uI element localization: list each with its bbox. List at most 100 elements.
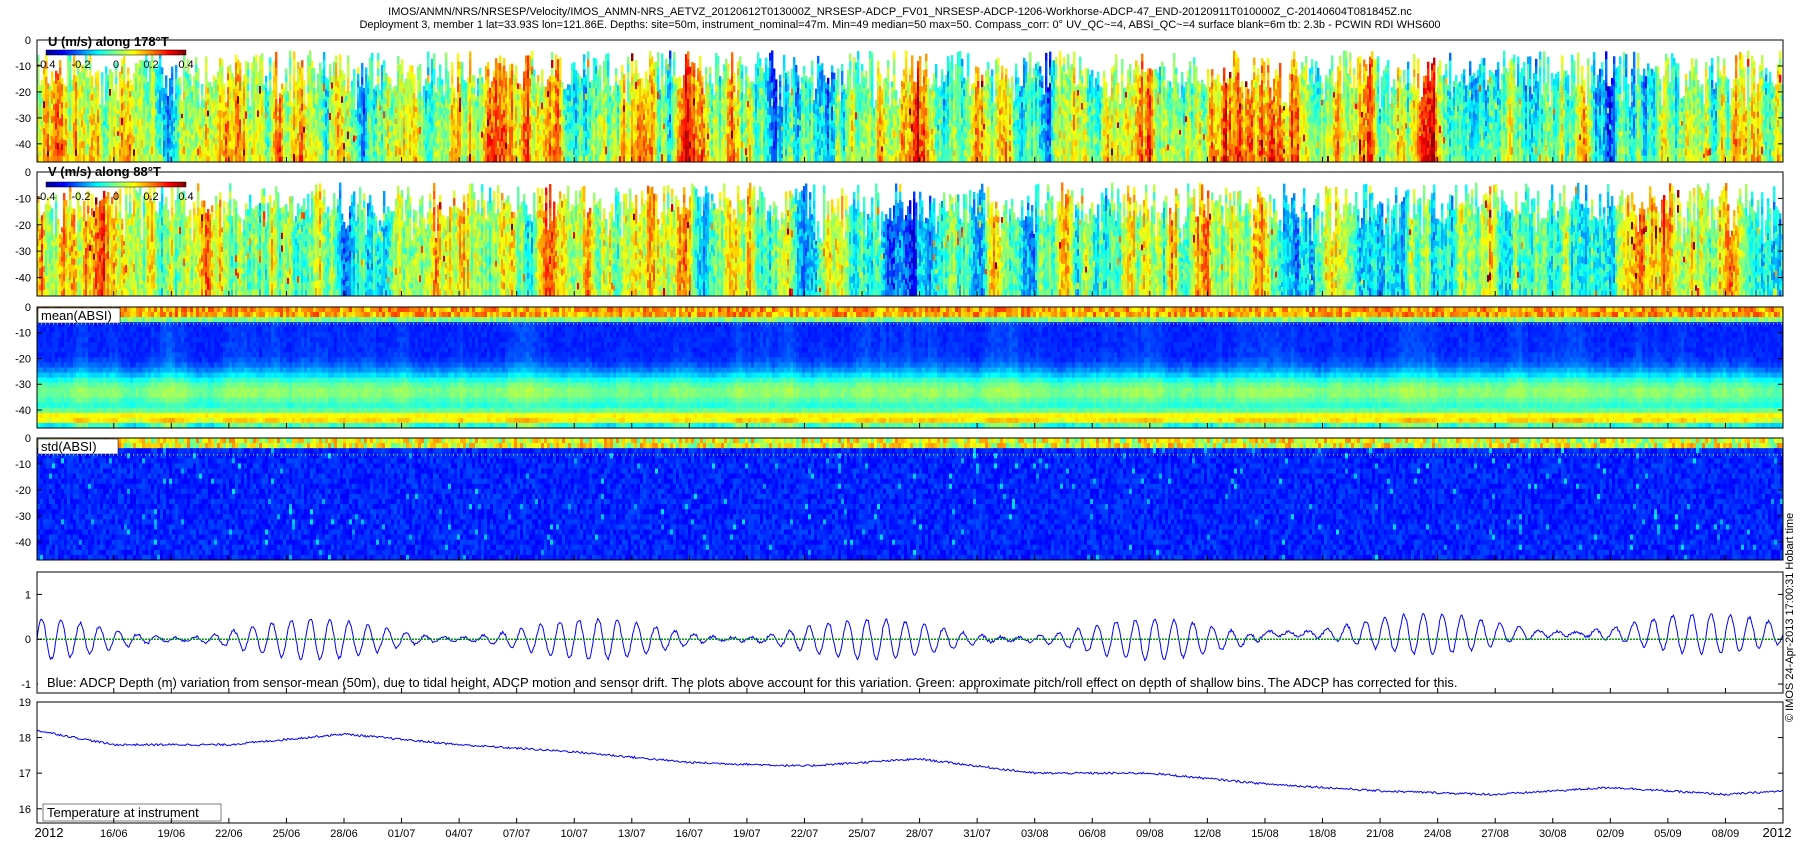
heatmap-cell: [289, 74, 291, 82]
heatmap-cell: [269, 80, 271, 88]
heatmap-cell: [365, 67, 367, 74]
heatmap-cell: [311, 61, 313, 69]
heatmap-cell: [101, 85, 103, 92]
heatmap-cell: [339, 54, 341, 62]
heatmap-cell: [285, 68, 287, 75]
velocity-panel-u: 0-10-20-30-40U (m/s) along 178°T-0.4 -0.2…: [15, 34, 1783, 162]
heatmap-cell: [197, 75, 199, 82]
heatmap-cell: [223, 84, 225, 90]
heatmap-cell: [61, 78, 63, 84]
heatmap-cell: [275, 75, 277, 83]
heatmap-cell: [371, 53, 373, 61]
heatmap-cell: [361, 70, 363, 77]
heatmap-cell: [329, 64, 331, 71]
heatmap-cell: [303, 86, 305, 92]
heatmap-cell: [101, 79, 103, 86]
heatmap-cell: [261, 61, 263, 69]
heatmap-cell: [175, 72, 177, 79]
heatmap-cell: [289, 82, 291, 90]
heatmap-cell: [303, 98, 305, 104]
heatmap-cell: [221, 67, 223, 75]
heatmap-cell: [313, 81, 315, 88]
heatmap-cell: [275, 91, 277, 99]
heatmap-cell: [303, 80, 305, 86]
heatmap-cell: [101, 98, 103, 105]
heatmap-cell: [371, 61, 373, 69]
heatmap-cell: [161, 67, 163, 74]
heatmap-cell: [97, 97, 99, 104]
heatmap-cell: [59, 60, 61, 68]
heatmap-cell: [205, 71, 207, 79]
heatmap-cell: [303, 92, 305, 98]
heatmap-cell: [377, 68, 379, 76]
heatmap-cell: [255, 63, 257, 71]
heatmap-cell: [189, 74, 191, 81]
heatmap-cell: [97, 90, 99, 97]
heatmap-cell: [261, 53, 263, 61]
heatmap-cell: [353, 102, 355, 109]
heatmap-cell: [171, 87, 173, 94]
heatmap-cell: [275, 60, 277, 68]
heatmap-cell: [247, 62, 249, 70]
heatmap-cell: [205, 56, 207, 64]
heatmap-cell: [97, 70, 99, 77]
heatmap-cell: [159, 59, 161, 67]
heatmap-cell: [269, 57, 271, 65]
heatmap-cell: [171, 73, 173, 80]
heatmap-cell: [285, 75, 287, 82]
heatmap-cell: [357, 67, 359, 74]
heatmap-cell: [339, 62, 341, 70]
heatmap-cell: [261, 77, 263, 85]
heatmap-cell: [293, 51, 295, 59]
heatmap-cell: [197, 88, 199, 95]
heatmap-cell: [189, 80, 191, 87]
heatmap-cell: [205, 64, 207, 72]
heatmap-cell: [115, 84, 117, 92]
heatmap-cell: [353, 82, 355, 89]
heatmap-cell: [353, 69, 355, 76]
heatmap-cell: [377, 76, 379, 84]
heatmap-cell: [247, 98, 249, 106]
heatmap-cell: [301, 60, 303, 68]
heatmap-cell: [115, 91, 117, 99]
heatmap-cell: [223, 95, 225, 101]
heatmap-cell: [247, 84, 249, 92]
heatmap-cell: [353, 76, 355, 83]
heatmap-cell: [179, 95, 181, 101]
heatmap-cell: [265, 82, 267, 89]
heatmap-cell: [129, 80, 131, 86]
heatmap-cell: [179, 83, 181, 89]
heatmap-cell: [197, 68, 199, 75]
heatmap-cell: [91, 76, 93, 83]
heatmap-cell: [175, 65, 177, 72]
heatmap-cell: [357, 74, 359, 81]
heatmap-cell: [105, 66, 107, 73]
heatmap-cell: [247, 77, 249, 85]
heatmap-cell: [269, 72, 271, 80]
heatmap-cell: [59, 67, 61, 75]
heatmap-cell: [197, 95, 199, 102]
heatmap-cell: [247, 70, 249, 78]
heatmap-cell: [101, 72, 103, 79]
heatmap-cell: [347, 55, 349, 63]
heatmap-cell: [165, 82, 167, 89]
heatmap-cell: [239, 70, 241, 78]
heatmap-cell: [313, 68, 315, 75]
heatmap-cell: [289, 66, 291, 74]
heatmap-cell: [201, 90, 203, 96]
heatmap-cell: [247, 91, 249, 99]
heatmap-cell: [123, 56, 125, 64]
heatmap-cell: [179, 77, 181, 83]
heatmap-cell: [335, 55, 337, 63]
heatmap-cell: [197, 82, 199, 89]
heatmap-cell: [195, 57, 197, 65]
heatmap-cell: [111, 72, 113, 79]
heatmap-cell: [353, 89, 355, 96]
heatmap-cell: [165, 88, 167, 95]
heatmap-cell: [111, 78, 113, 85]
heatmap-cell: [115, 77, 117, 85]
heatmap-cell: [171, 67, 173, 74]
heatmap-cell: [275, 83, 277, 91]
heatmap-cell: [335, 63, 337, 71]
heatmap-cell: [275, 68, 277, 76]
